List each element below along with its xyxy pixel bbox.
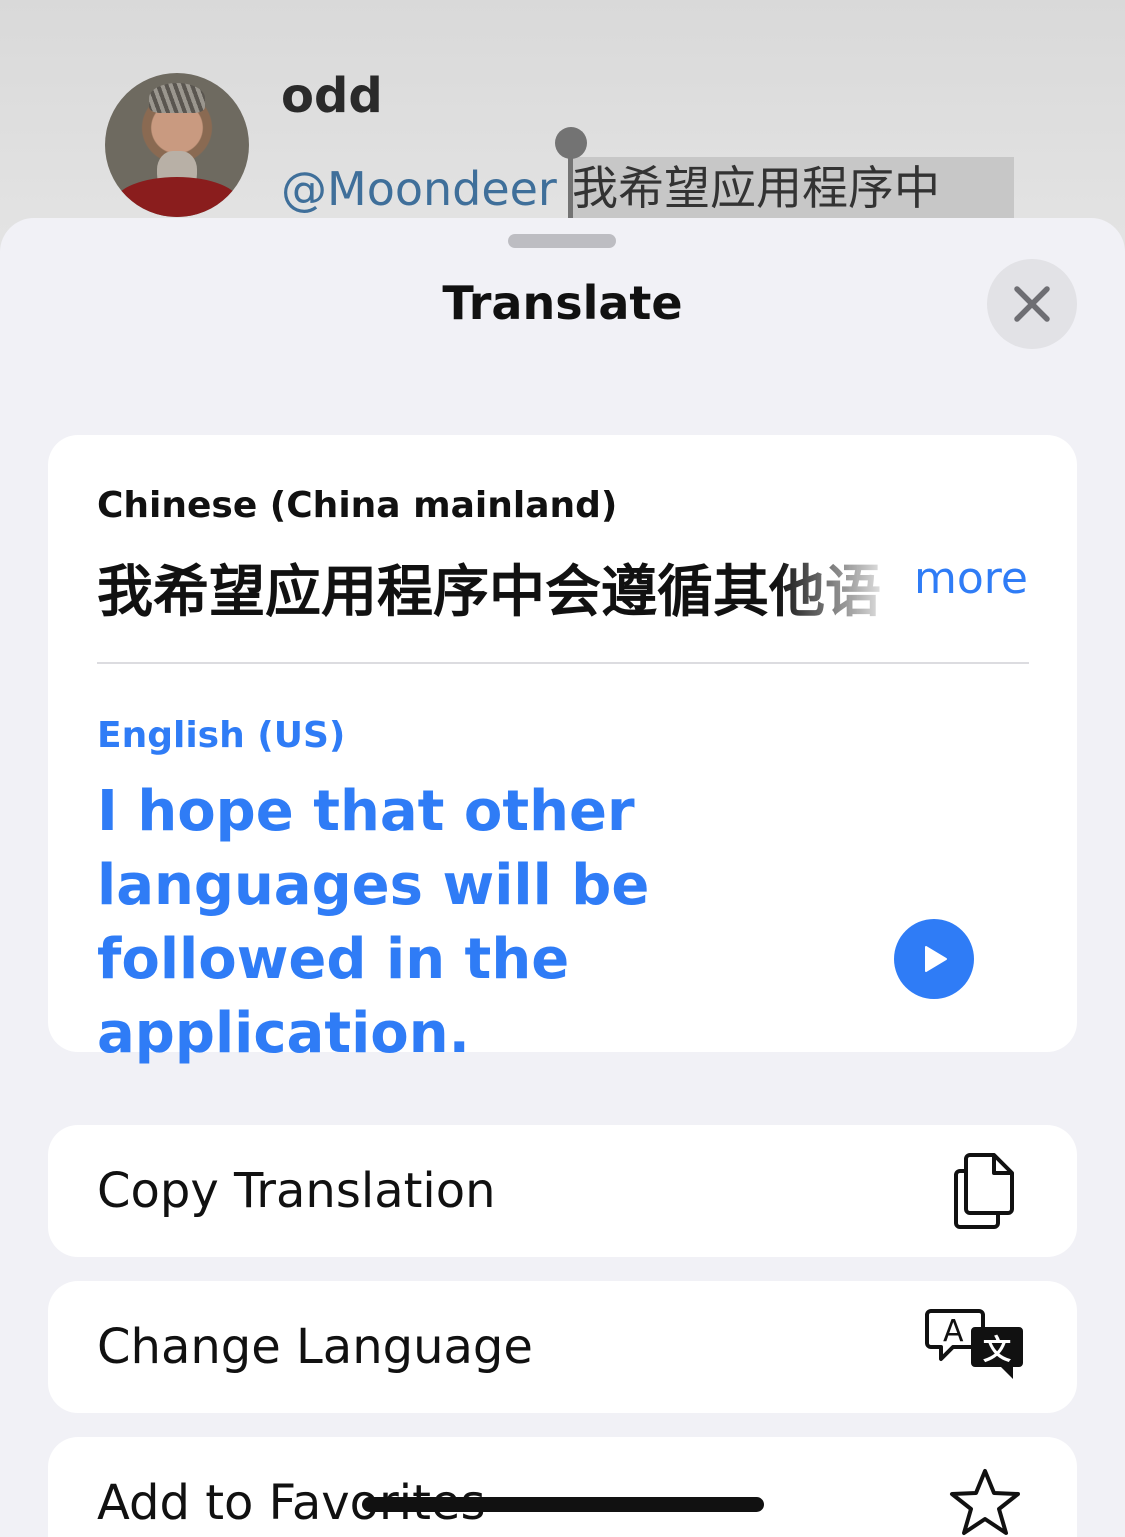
add-to-favorites-label: Add to Favorites — [97, 1475, 486, 1531]
play-icon — [925, 946, 947, 972]
svg-text:文: 文 — [983, 1333, 1011, 1366]
avatar-shirt — [115, 177, 239, 217]
selection-handle-bar[interactable] — [568, 150, 573, 220]
post-author-name[interactable]: odd — [281, 68, 383, 124]
home-indicator[interactable] — [362, 1497, 764, 1512]
more-link[interactable]: more — [914, 553, 1028, 604]
source-language-label: Chinese (China mainland) — [97, 485, 618, 526]
close-icon — [1014, 286, 1050, 322]
copy-icon — [945, 1151, 1025, 1231]
divider — [97, 662, 1029, 664]
post-selected-text[interactable]: 我希望应用程序中 — [568, 157, 1014, 219]
avatar-hair — [149, 83, 205, 113]
avatar[interactable] — [105, 73, 249, 217]
play-button[interactable] — [894, 919, 974, 999]
change-language-button[interactable]: Change Language A 文 — [48, 1281, 1077, 1413]
star-icon — [945, 1463, 1025, 1537]
source-text: 我希望应用程序中会遵循其他语 — [97, 560, 881, 617]
svg-text:A: A — [943, 1314, 964, 1349]
sheet-grabber[interactable] — [508, 234, 616, 248]
target-language-label: English (US) — [97, 715, 346, 756]
post-author-handle[interactable]: @Moondeer — [281, 162, 557, 216]
selection-handle-knob[interactable] — [555, 127, 587, 159]
translate-sheet: Translate Chinese (China mainland) 我希望应用… — [0, 218, 1125, 1537]
translated-text: I hope that other languages will be foll… — [97, 779, 650, 1066]
close-button[interactable] — [987, 259, 1077, 349]
copy-translation-button[interactable]: Copy Translation — [48, 1125, 1077, 1257]
change-language-label: Change Language — [97, 1319, 533, 1375]
translate-icon: A 文 — [925, 1307, 1025, 1387]
copy-translation-label: Copy Translation — [97, 1163, 496, 1219]
sheet-title: Translate — [442, 276, 683, 330]
add-to-favorites-button[interactable]: Add to Favorites — [48, 1437, 1077, 1537]
screen: odd @Moondeer 我希望应用程序中 Translate Chinese… — [0, 0, 1125, 1537]
